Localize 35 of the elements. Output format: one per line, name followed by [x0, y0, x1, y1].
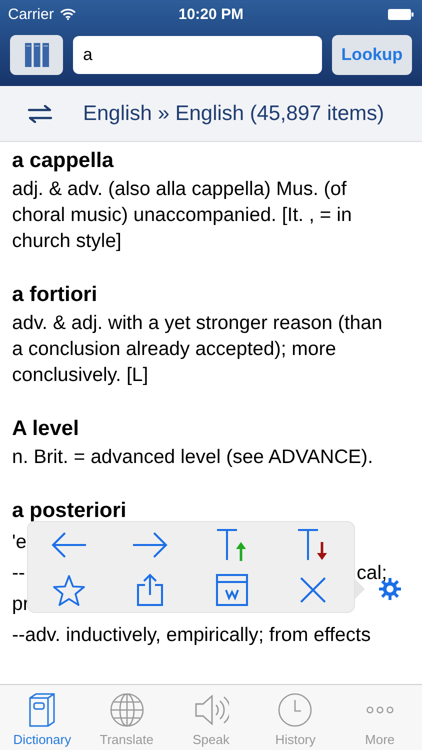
battery-icon: [388, 8, 414, 20]
close-icon[interactable]: [299, 576, 328, 604]
headword: a posteriori: [12, 498, 128, 524]
definition-text: adv. & adj. with a yet stronger reason (than a conclusion already accepted); more conclusively. [L]: [12, 311, 384, 388]
lookup-button[interactable]: Lookup: [332, 35, 412, 75]
star-icon[interactable]: [52, 574, 85, 606]
tab[interactable]: Dictionary: [0, 685, 84, 750]
definition-text: 'e: [12, 530, 27, 554]
clock-icon: [277, 692, 314, 728]
definition-text: cal;: [356, 560, 387, 586]
carrier-text: Carrier: [8, 6, 54, 22]
font-increase-icon[interactable]: [214, 528, 249, 562]
globe-icon: [108, 692, 145, 728]
speaker-icon: [193, 692, 230, 728]
swap-icon[interactable]: [27, 104, 53, 122]
definition-text: --: [12, 560, 25, 586]
books-icon: [24, 42, 50, 68]
tab[interactable]: History: [253, 685, 338, 750]
definition-text: --adv. inductively, empirically; from effects: [12, 622, 371, 648]
library-button[interactable]: [10, 35, 63, 75]
definition-text: pr: [12, 592, 30, 616]
wifi-icon: [60, 8, 76, 20]
headword: a fortiori: [12, 282, 98, 308]
more-icon: [366, 706, 394, 714]
definition-text: adj. & adv. (also alla cappella) Mus. (of choral music) unaccompanied. [It. , = in church style]: [12, 177, 353, 254]
tab[interactable]: More: [338, 685, 422, 750]
search-field[interactable]: a: [73, 36, 322, 74]
headword: a cappella: [12, 148, 115, 174]
web-page-icon[interactable]: [216, 574, 248, 606]
definition-text: n. Brit. = advanced level (see ADVANCE).: [12, 445, 374, 470]
tab[interactable]: Translate: [84, 685, 169, 750]
headword: A level: [12, 416, 80, 442]
tab[interactable]: Speak: [168, 685, 254, 750]
share-icon[interactable]: [136, 572, 164, 606]
clock-text: 10:20 PM: [178, 6, 244, 22]
